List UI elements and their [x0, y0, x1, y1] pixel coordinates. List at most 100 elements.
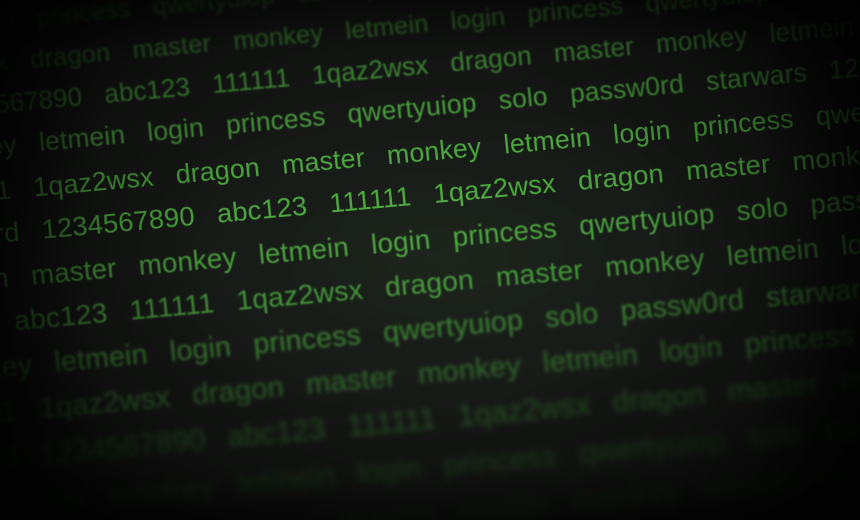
password-word: qwertyuiop: [577, 423, 728, 471]
password-word: princess: [251, 318, 363, 360]
password-word: 1qaz2wsx: [456, 388, 593, 434]
password-word: 1qaz2wsx: [311, 51, 430, 91]
password-word: master: [131, 29, 213, 65]
password-word: starwars: [764, 271, 860, 314]
password-word: dragon: [28, 38, 112, 74]
password-word: login: [0, 6, 16, 39]
password-word: abc123: [12, 296, 110, 337]
password-word: monkey: [232, 18, 325, 56]
password-word: 111111: [128, 286, 216, 327]
password-word: login: [168, 330, 233, 368]
password-word: dragon: [449, 41, 534, 78]
password-word: solo: [791, 0, 841, 5]
password-text-row: 123456password1234567890abc1231111111qaz…: [0, 403, 860, 520]
password-word: dragon: [174, 151, 262, 190]
password-word: letmein: [768, 12, 856, 49]
password-word: passw0rd: [619, 283, 746, 327]
password-word: monkey: [0, 348, 34, 390]
password-word: 111111: [328, 180, 413, 219]
password-wallpaper-image: 123456 password 1234567890 abc123 111111 1qaz…: [0, 0, 860, 520]
password-word: monkey: [571, 475, 683, 520]
password-word: princess: [35, 0, 132, 32]
password-word: master: [552, 32, 636, 69]
password-word: monkey: [654, 22, 749, 59]
password-word: qwertyuiop: [346, 88, 479, 130]
password-word: password: [0, 440, 20, 486]
password-word: letmein: [257, 230, 351, 271]
password-word: letmein: [701, 464, 804, 508]
password-word: qwertyuiop: [381, 303, 525, 349]
password-word: 1qaz2wsx: [38, 381, 172, 426]
password-word: 1qaz2wsx: [32, 161, 156, 203]
password-word: letmein: [541, 338, 640, 380]
password-word: princess: [743, 318, 856, 362]
password-word: abc123: [215, 190, 309, 230]
password-word: monkey: [137, 240, 239, 282]
password-word: 1234567890: [38, 423, 208, 472]
password-word: passw0rd: [568, 70, 686, 109]
password-word: 123456: [827, 48, 860, 86]
password-word: login: [611, 114, 673, 150]
password-word: dragon: [190, 370, 286, 412]
password-word: dragon: [576, 157, 666, 197]
password-word: passw0rd: [364, 0, 474, 1]
password-word: letmein: [502, 121, 593, 160]
password-word: qwertyuiop: [644, 0, 771, 18]
password-word: monkey: [603, 242, 707, 283]
password-word: letmein: [235, 459, 337, 502]
password-word: dragon: [0, 261, 11, 301]
password-word: login: [369, 223, 433, 261]
password-word: princess: [442, 439, 559, 483]
password-word: login: [822, 456, 860, 497]
password-word: 1qaz2wsx: [432, 167, 558, 210]
password-word: dragon: [383, 263, 476, 303]
password-word: 111111: [211, 63, 292, 100]
password-word: 111111: [346, 402, 438, 444]
password-word: master: [280, 142, 367, 181]
password-word: master: [304, 360, 398, 402]
password-word: login: [449, 2, 507, 36]
password-word: letmein: [344, 9, 430, 46]
password-word: 1qaz2wsx: [235, 273, 365, 317]
password-word: solo: [296, 0, 345, 8]
password-word: solo: [497, 82, 550, 116]
password-word: 1234567890: [0, 82, 84, 125]
password-word: 1qaz2wsx: [179, 509, 319, 520]
password-word: qwertyuiop: [814, 89, 860, 132]
text-plane: 123456 password 1234567890 abc123 111111 1qaz…: [0, 0, 860, 520]
password-word: letmein: [52, 338, 150, 378]
password-word: master: [29, 251, 119, 291]
password-word: 1234567890: [40, 200, 197, 245]
password-word: monkey: [385, 131, 484, 171]
password-word: login: [658, 330, 725, 369]
password-word: letmein: [725, 231, 821, 272]
password-word: monkey: [107, 470, 217, 514]
password-word: dragon: [611, 378, 708, 420]
password-word: princess: [451, 211, 559, 253]
password-word: solo: [746, 416, 805, 456]
password-word: letmein: [37, 120, 127, 158]
password-word: master: [684, 148, 772, 187]
password-word: monkey: [839, 356, 860, 399]
password-word: 111111: [0, 394, 20, 436]
password-word: monkey: [0, 130, 19, 168]
password-word: solo: [543, 297, 600, 334]
password-word: master: [726, 368, 821, 409]
password-word: master: [494, 253, 585, 293]
password-word: password: [0, 216, 22, 258]
password-word: princess: [691, 103, 796, 143]
password-word: passw0rd: [808, 177, 860, 221]
password-word: login: [146, 113, 206, 148]
password-word: login: [839, 224, 860, 262]
password-word: passw0rd: [824, 402, 860, 449]
password-word: abc123: [226, 413, 327, 455]
password-word: starwars: [704, 58, 809, 97]
password-word: monkey: [791, 137, 860, 177]
password-word: passw0rd: [798, 502, 860, 520]
password-word: login: [355, 451, 424, 491]
password-word: dragon: [337, 498, 437, 520]
password-word: princess: [526, 0, 625, 29]
password-word: master: [455, 487, 553, 520]
password-word: monkey: [416, 349, 523, 391]
password-word: qwertyuiop: [151, 0, 277, 21]
